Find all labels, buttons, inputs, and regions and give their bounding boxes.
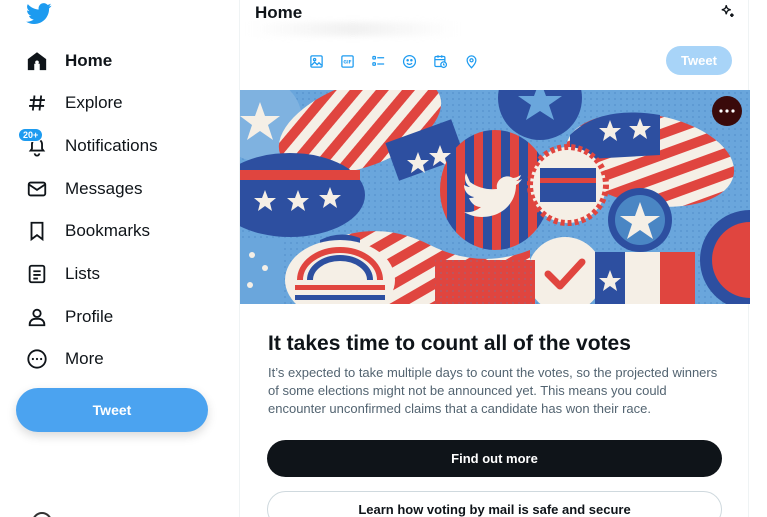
sidebar-item-label: Messages	[65, 179, 143, 198]
sidebar-item-label: Bookmarks	[65, 221, 151, 240]
more-options-button[interactable]	[712, 96, 742, 126]
main-column: Home GIF Tweet It takes time to count al…	[239, 0, 750, 517]
sidebar-item-lists[interactable]: Lists	[24, 254, 100, 294]
sidebar-item-label: Explore	[65, 93, 123, 112]
account-avatar[interactable]	[32, 512, 52, 517]
envelope-icon	[24, 176, 50, 202]
ellipsis-icon	[719, 109, 735, 113]
sparkle-icon[interactable]	[718, 3, 736, 21]
sidebar-item-home[interactable]: Home	[24, 41, 112, 81]
schedule-icon[interactable]	[430, 51, 451, 72]
location-icon[interactable]	[461, 51, 482, 72]
poll-icon[interactable]	[368, 51, 389, 72]
twitter-logo-icon[interactable]	[26, 3, 52, 25]
sidebar-item-bookmarks[interactable]: Bookmarks	[24, 211, 150, 251]
svg-text:GIF: GIF	[343, 60, 351, 66]
composer-tweet-button[interactable]: Tweet	[666, 46, 732, 75]
list-icon	[24, 261, 50, 287]
card-title: It takes time to count all of the votes	[268, 332, 631, 355]
find-out-more-button[interactable]: Find out more	[267, 440, 722, 477]
composer-toolbar: GIF	[306, 51, 482, 72]
sidebar-item-label: Home	[65, 51, 113, 70]
hashtag-icon	[24, 90, 50, 116]
sidebar-item-messages[interactable]: Messages	[24, 169, 142, 209]
sidebar-item-notifications[interactable]: 20+ Notifications	[18, 126, 158, 166]
notification-count-badge: 20+	[18, 128, 44, 142]
home-icon	[24, 48, 50, 74]
more-circle-icon	[24, 346, 50, 372]
bell-icon: 20+	[18, 128, 50, 159]
sidebar-item-label: Notifications	[65, 136, 158, 155]
emoji-icon[interactable]	[399, 51, 420, 72]
image-icon[interactable]	[306, 51, 327, 72]
person-icon	[24, 304, 50, 330]
sidebar: Home Explore 20+ Notifications Messages …	[0, 0, 238, 517]
election-banner-image	[240, 90, 750, 304]
sidebar-item-explore[interactable]: Explore	[24, 83, 123, 123]
card-body: It’s expected to take multiple days to c…	[268, 365, 718, 416]
learn-voting-by-mail-button[interactable]: Learn how voting by mail is safe and sec…	[267, 491, 722, 517]
sidebar-tweet-button[interactable]: Tweet	[16, 388, 208, 432]
sidebar-item-label: Profile	[65, 307, 114, 326]
sidebar-item-profile[interactable]: Profile	[24, 297, 113, 337]
gif-icon[interactable]: GIF	[337, 51, 358, 72]
page-title: Home	[255, 3, 303, 22]
sidebar-item-more[interactable]: More	[24, 339, 104, 379]
bookmark-icon	[24, 218, 50, 244]
header-blur	[248, 22, 458, 36]
sidebar-item-label: More	[65, 349, 104, 368]
sidebar-item-label: Lists	[65, 264, 100, 283]
